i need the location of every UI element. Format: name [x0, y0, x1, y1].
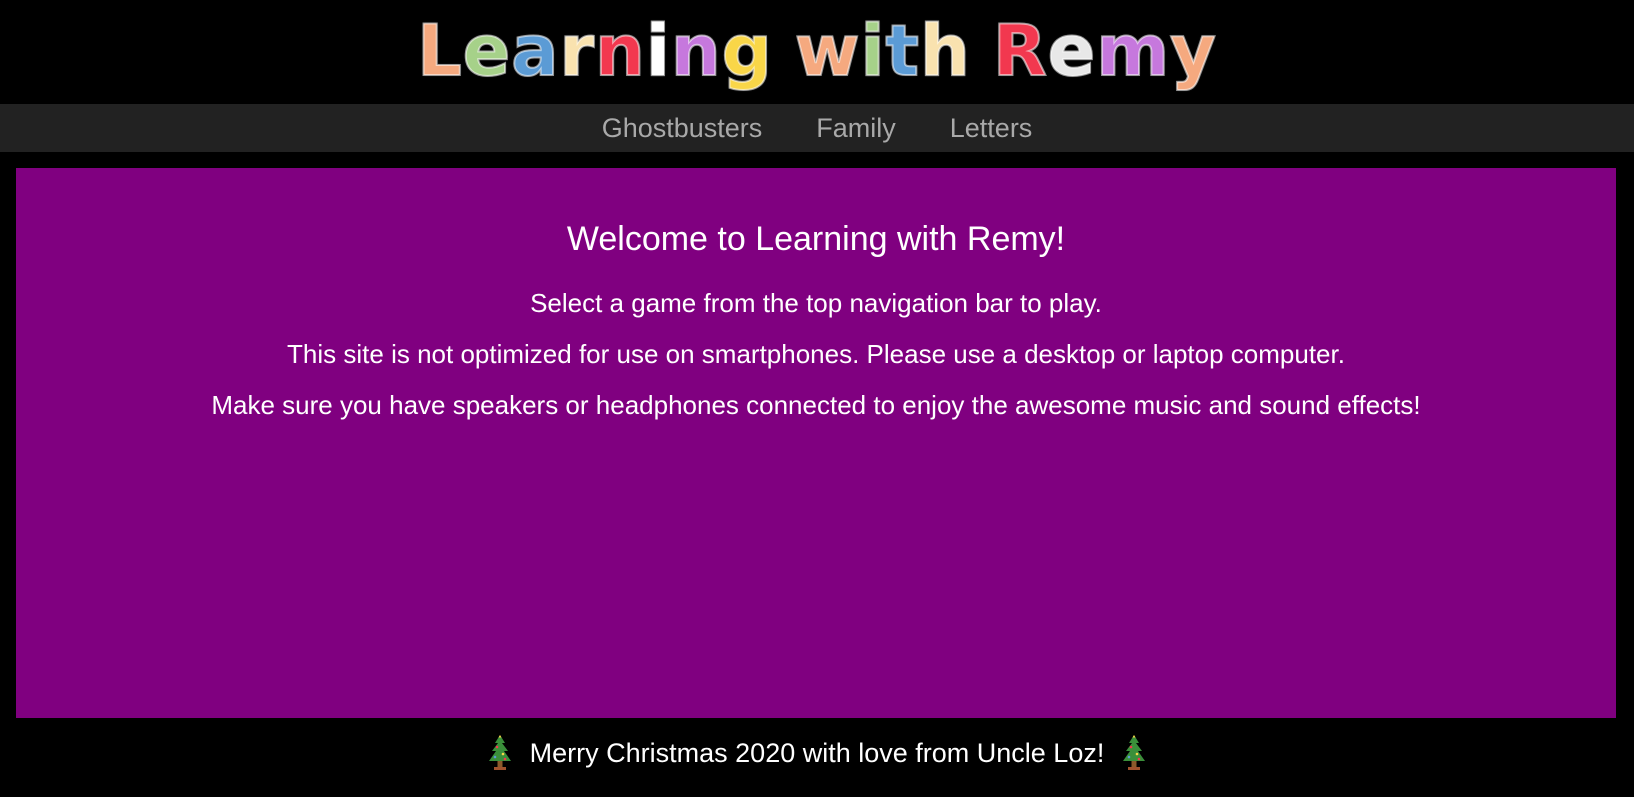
footer: Merry Christmas 2020 with love from Uncl… [0, 728, 1634, 778]
instruction-text: Select a game from the top navigation ba… [530, 288, 1102, 318]
site-header: Learning with Remy [0, 0, 1634, 104]
nav-link-family[interactable]: Family [789, 104, 923, 152]
logo-letter: n [670, 10, 722, 92]
logo-letter: r [559, 10, 596, 92]
christmas-tree-icon [1123, 735, 1146, 770]
logo-letter: g [721, 10, 773, 92]
audio-notice-text: Make sure you have speakers or headphone… [211, 390, 1421, 420]
logo-letter: i [645, 10, 671, 92]
top-navigation: Ghostbusters Family Letters [0, 104, 1634, 152]
logo-letter: R [992, 10, 1048, 92]
logo-letter: t [885, 10, 920, 92]
logo-letter: n [594, 10, 646, 92]
logo-letter: m [1095, 10, 1171, 92]
smartphone-warning-text: This site is not optimized for use on sm… [287, 339, 1345, 369]
logo-letter: L [416, 10, 463, 92]
logo-letter: w [794, 10, 861, 92]
logo-letter: i [860, 10, 886, 92]
logo-letter: e [462, 10, 512, 92]
christmas-tree-icon [488, 735, 511, 770]
site-logo: Learning with Remy [416, 15, 1217, 87]
footer-message: Merry Christmas 2020 with love from Uncl… [529, 737, 1105, 768]
nav-link-ghostbusters[interactable]: Ghostbusters [575, 104, 790, 152]
welcome-title: Welcome to Learning with Remy! [566, 220, 1066, 258]
logo-letter: h [919, 10, 971, 92]
logo-letter: e [1047, 10, 1097, 92]
nav-link-letters[interactable]: Letters [923, 104, 1060, 152]
logo-letter: a [510, 10, 560, 92]
welcome-panel: Welcome to Learning with Remy! Select a … [16, 168, 1616, 718]
logo-letter: y [1169, 10, 1217, 92]
